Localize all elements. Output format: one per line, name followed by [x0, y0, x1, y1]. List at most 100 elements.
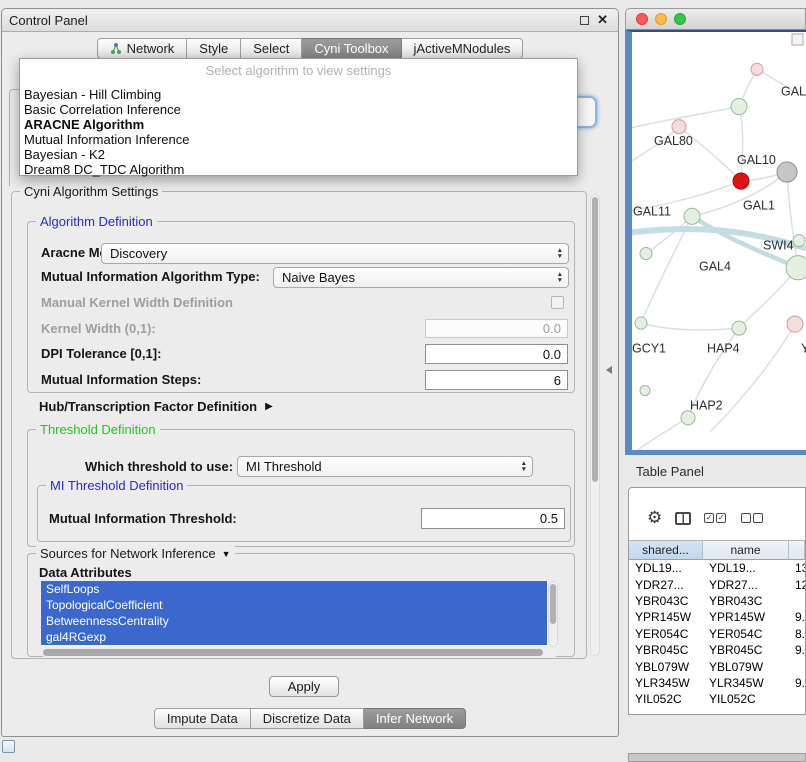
algorithm-option[interactable]: Bayesian - Hill Climbing — [20, 87, 577, 102]
table-row[interactable]: YPR145WYPR145W9. — [629, 609, 805, 625]
column-header-partial[interactable] — [789, 540, 805, 560]
mi-type-combobox[interactable]: Naive Bayes ▲▼ — [273, 267, 569, 288]
zoom-button[interactable] — [674, 13, 686, 25]
network-node[interactable] — [787, 316, 803, 332]
table-row[interactable]: YDL19...YDL19...13 — [629, 560, 805, 576]
attribute-item-selected[interactable]: TopologicalCoefficient — [41, 597, 547, 613]
hub-tf-label: Hub/Transcription Factor Definition — [39, 399, 257, 414]
which-threshold-label: Which threshold to use: — [85, 459, 233, 475]
kernel-width-label: Kernel Width (0,1): — [41, 321, 156, 337]
attribute-list[interactable]: SelfLoops TopologicalCoefficient Between… — [41, 581, 558, 647]
network-canvas[interactable]: GAL GAL80 GAL10 GAL11 GAL1 SWI4 GAL4 GCY… — [625, 30, 806, 455]
collapse-arrow-icon[interactable]: ▼ — [222, 549, 231, 559]
tab-label: Discretize Data — [263, 711, 351, 726]
hub-tf-definition-section[interactable]: Hub/Transcription Factor Definition ▶ — [39, 399, 273, 414]
checked-box-icon: ✓ — [716, 513, 726, 523]
control-panel-titlebar[interactable]: Control Panel ✕ — [2, 9, 618, 32]
attribute-list-vscrollbar[interactable] — [548, 581, 558, 647]
apply-button[interactable]: Apply — [269, 676, 339, 697]
tab-select[interactable]: Select — [241, 38, 302, 59]
algorithm-option[interactable]: Bayesian - K2 — [20, 147, 577, 162]
network-tab-icon — [110, 43, 122, 55]
tab-style[interactable]: Style — [187, 38, 241, 59]
minimized-panel-icon[interactable] — [2, 740, 15, 753]
mi-steps-field[interactable]: 6 — [425, 370, 568, 390]
network-node[interactable] — [684, 208, 700, 224]
node-label: Y — [801, 341, 806, 355]
float-window-icon[interactable] — [580, 16, 589, 25]
algorithm-definition-legend: Algorithm Definition — [36, 214, 157, 229]
node-label: GAL1 — [743, 198, 775, 212]
which-threshold-combobox[interactable]: MI Threshold ▲▼ — [237, 456, 533, 477]
deselect-all-rows-icon[interactable] — [741, 513, 765, 523]
algorithm-option[interactable]: Mutual Information Inference — [20, 132, 577, 147]
dpi-tolerance-field[interactable]: 0.0 — [425, 344, 568, 364]
columns-icon[interactable] — [675, 512, 691, 525]
network-window-titlebar[interactable] — [625, 8, 806, 30]
close-icon[interactable]: ✕ — [597, 14, 608, 26]
manual-kernel-label: Manual Kernel Width Definition — [41, 295, 233, 311]
network-node-gray[interactable] — [777, 162, 797, 182]
tab-cyni-toolbox[interactable]: Cyni Toolbox — [302, 38, 401, 59]
tab-jactivemodules[interactable]: jActiveMNodules — [402, 38, 524, 59]
network-node[interactable] — [635, 317, 647, 329]
panel-splitter-arrow[interactable] — [606, 366, 612, 374]
control-panel: Control Panel ✕ Network Style — [1, 8, 619, 737]
minimize-button[interactable] — [655, 13, 667, 25]
node-label: GAL11 — [633, 204, 671, 218]
attribute-item-selected[interactable]: gal4RGexp — [41, 629, 547, 645]
table-row[interactable]: YBL079WYBL079W — [629, 658, 805, 674]
table-row[interactable]: YDR27...YDR27...12 — [629, 576, 805, 592]
network-node[interactable] — [732, 321, 746, 335]
tab-network[interactable]: Network — [97, 38, 188, 59]
network-node[interactable] — [672, 120, 686, 134]
algorithm-option[interactable]: Dream8 DC_TDC Algorithm — [20, 162, 577, 177]
scrollbar-thumb[interactable] — [592, 197, 598, 482]
table-row[interactable]: YBR043CYBR043C — [629, 593, 805, 609]
kernel-width-field[interactable]: 0.0 — [425, 319, 568, 338]
mi-threshold-field[interactable]: 0.5 — [421, 508, 565, 529]
column-header-name[interactable]: name — [703, 540, 789, 560]
mi-steps-label: Mutual Information Steps: — [41, 372, 201, 388]
sources-legend[interactable]: Sources for Network Inference ▼ — [36, 546, 235, 561]
dropdown-placeholder: Select algorithm to view settings — [20, 62, 577, 79]
table-row[interactable]: YLR345WYLR345W9. — [629, 675, 805, 691]
attribute-list-hscrollbar[interactable] — [41, 649, 558, 657]
attribute-item-selected[interactable]: BetweennessCentrality — [41, 613, 547, 629]
network-node[interactable] — [786, 256, 806, 280]
network-node[interactable] — [640, 386, 650, 396]
network-node-labels: GAL GAL80 GAL10 GAL11 GAL1 SWI4 GAL4 GCY… — [632, 84, 806, 412]
column-header-shared-name[interactable]: shared... — [629, 540, 703, 560]
gear-icon[interactable]: ⚙ — [647, 508, 662, 528]
algorithm-option[interactable]: Basic Correlation Inference — [20, 102, 577, 117]
close-button[interactable] — [636, 13, 648, 25]
attribute-item-selected[interactable]: SelfLoops — [41, 581, 547, 597]
tab-discretize-data[interactable]: Discretize Data — [251, 708, 364, 729]
settings-scrollbar[interactable] — [590, 194, 600, 656]
network-node[interactable] — [793, 234, 805, 246]
network-node-red[interactable] — [733, 173, 749, 189]
algorithm-option-selected[interactable]: ARACNE Algorithm — [20, 117, 577, 132]
select-all-rows-icon[interactable]: ✓✓ — [704, 513, 728, 523]
table-panel-title: Table Panel — [636, 464, 704, 479]
network-node[interactable] — [681, 411, 695, 425]
combobox-value: Naive Bayes — [282, 270, 355, 285]
expand-arrow-icon[interactable]: ▶ — [265, 401, 273, 412]
aracne-mode-combobox[interactable]: Discovery ▲▼ — [101, 243, 569, 264]
network-node[interactable] — [751, 63, 763, 75]
tab-impute-data[interactable]: Impute Data — [154, 708, 251, 729]
tab-infer-network[interactable]: Infer Network — [364, 708, 466, 729]
table-row[interactable]: YIL052CYIL052C — [629, 691, 805, 707]
network-node[interactable] — [731, 98, 747, 114]
scroll-gripper[interactable] — [792, 34, 803, 45]
network-node[interactable] — [640, 248, 652, 260]
unchecked-box-icon — [741, 513, 751, 523]
node-label: SWI4 — [763, 239, 794, 253]
table-toolbar: ⚙ ✓✓ — [629, 488, 805, 540]
table-row[interactable]: YER054CYER054C8. — [629, 626, 805, 642]
field-value: 0.0 — [543, 347, 561, 362]
table-row[interactable]: YBR045CYBR045C9. — [629, 642, 805, 658]
manual-kernel-checkbox[interactable] — [551, 296, 564, 309]
combobox-arrows-icon: ▲▼ — [557, 248, 568, 259]
algorithm-dropdown-popup: Select algorithm to view settings Bayesi… — [19, 58, 578, 176]
